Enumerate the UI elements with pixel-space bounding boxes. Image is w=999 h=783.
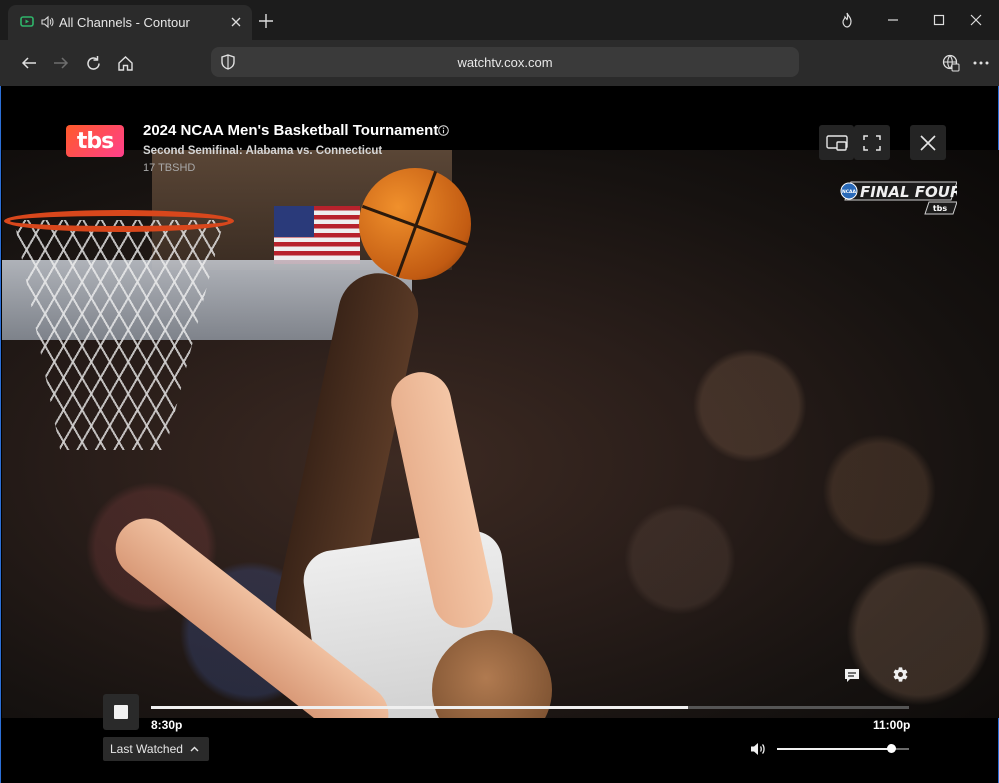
speaker-icon[interactable]: [40, 15, 54, 29]
browser-tab[interactable]: All Channels - Contour: [8, 5, 252, 40]
gear-icon[interactable]: [892, 666, 909, 683]
refresh-button[interactable]: [82, 52, 104, 74]
back-button[interactable]: [18, 52, 40, 74]
channel-label: 17 TBSHD: [143, 162, 196, 174]
network-logo: tbs: [66, 125, 124, 157]
picture-in-picture-icon: [825, 134, 848, 151]
flame-button[interactable]: [824, 0, 870, 40]
volume-icon[interactable]: [750, 742, 766, 756]
progress-fill: [151, 706, 688, 709]
show-title: 2024 NCAA Men's Basketball Tournament: [143, 122, 439, 139]
forward-button[interactable]: [50, 52, 72, 74]
bug-network-text: tbs: [933, 204, 948, 213]
close-icon: [970, 14, 982, 26]
minimize-button[interactable]: [870, 0, 916, 40]
picture-in-picture-button[interactable]: [819, 125, 854, 160]
home-icon: [117, 55, 133, 71]
stop-button[interactable]: [103, 694, 139, 730]
back-arrow-icon: [21, 57, 36, 69]
captions-icon[interactable]: [844, 667, 860, 683]
home-button[interactable]: [114, 52, 136, 74]
info-icon[interactable]: [438, 125, 449, 136]
minimize-icon: [888, 19, 898, 21]
translate-button[interactable]: [940, 52, 962, 74]
more-icon: [973, 61, 989, 65]
window-close-button[interactable]: [953, 0, 999, 40]
progress-bar[interactable]: [151, 706, 909, 709]
video-frame[interactable]: [2, 150, 999, 718]
address-bar[interactable]: watchtv.cox.com: [211, 47, 799, 77]
url-text: watchtv.cox.com: [457, 55, 553, 70]
final-four-text: FINAL FOUR: [860, 183, 957, 201]
tv-favicon-icon: [20, 16, 34, 27]
close-player-button[interactable]: [910, 125, 946, 160]
fullscreen-icon: [863, 134, 881, 151]
basketball: [359, 168, 471, 280]
close-icon[interactable]: [230, 16, 242, 28]
refresh-icon: [86, 55, 100, 70]
volume-fill: [777, 748, 891, 750]
browser-toolbar: watchtv.cox.com: [0, 40, 999, 86]
fullscreen-button[interactable]: [854, 125, 890, 160]
close-player-icon: [920, 134, 936, 151]
more-menu-button[interactable]: [970, 52, 992, 74]
american-flag: [274, 206, 360, 264]
volume-slider[interactable]: [777, 744, 909, 753]
basketball-rim: [4, 210, 234, 232]
flame-icon: [842, 12, 852, 28]
globe-icon: [942, 54, 960, 72]
ncaa-badge-text: NCAA: [842, 189, 857, 195]
player-page: tbs 2024 NCAA Men's Basketball Tournamen…: [0, 86, 999, 783]
last-watched-label: Last Watched: [110, 742, 183, 756]
start-time: 8:30p: [151, 718, 183, 732]
maximize-icon: [933, 14, 945, 26]
last-watched-button[interactable]: Last Watched: [103, 737, 209, 761]
chevron-up-icon: [190, 746, 199, 752]
forward-arrow-icon: [54, 57, 69, 69]
stop-icon: [114, 705, 128, 719]
tab-title: All Channels - Contour: [59, 15, 190, 30]
volume-knob[interactable]: [886, 744, 896, 753]
final-four-bug: NCAA FINAL FOUR tbs: [840, 181, 957, 215]
plus-icon[interactable]: [258, 13, 274, 29]
end-time: 11:00p: [873, 718, 911, 732]
browser-tab-bar: All Channels - Contour: [0, 0, 999, 40]
episode-title: Second Semifinal: Alabama vs. Connecticu…: [143, 145, 383, 157]
